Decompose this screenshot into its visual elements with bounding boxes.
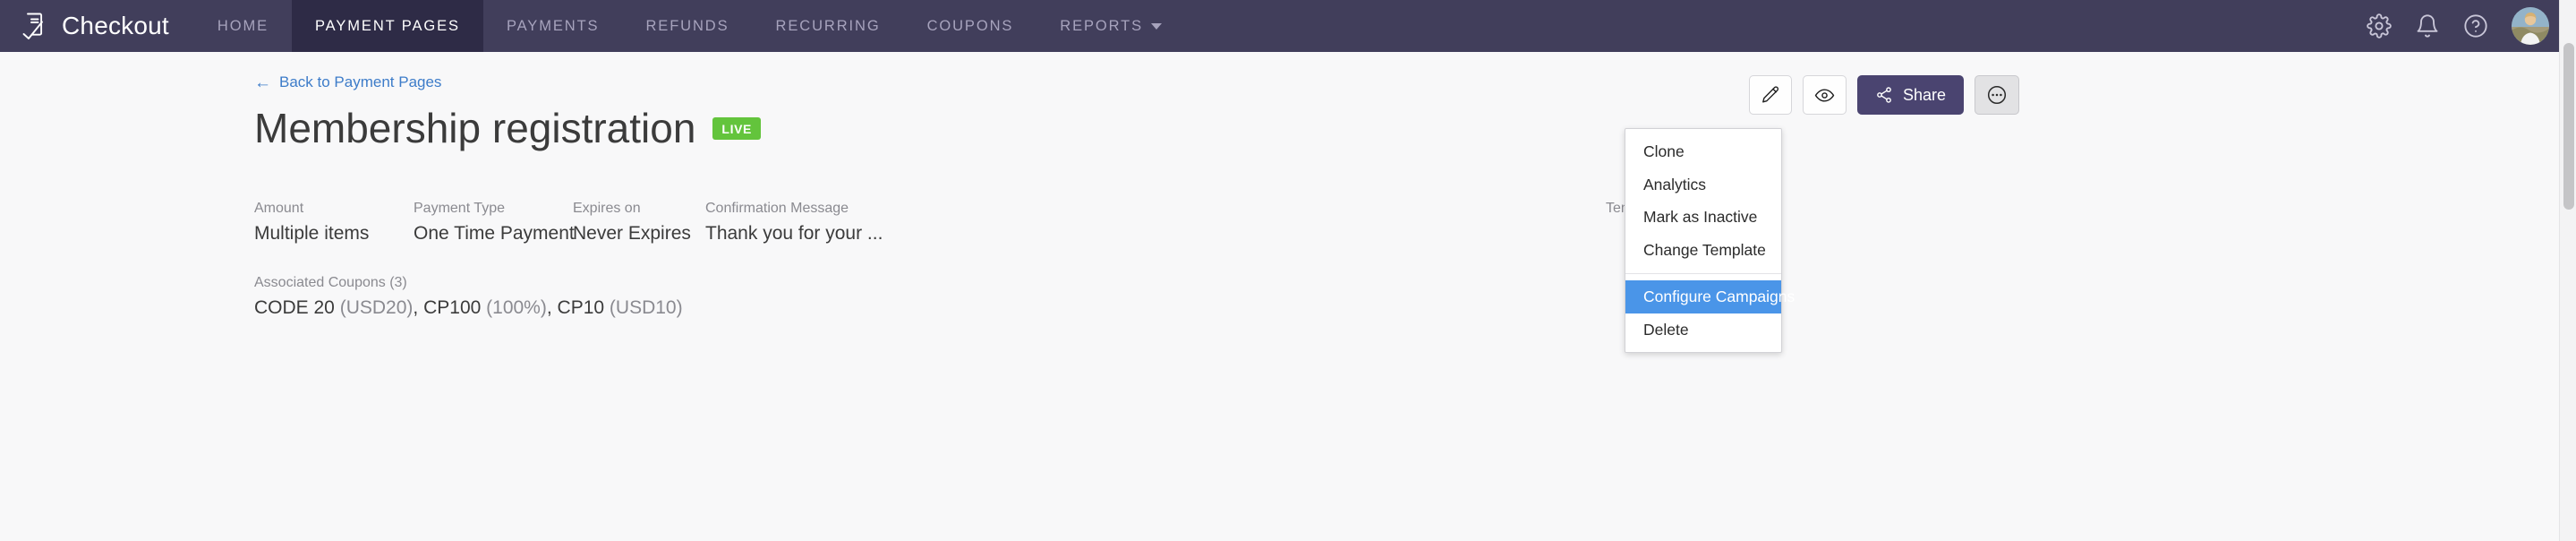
field-value: Thank you for your ... [705,223,883,245]
menu-item-label: Change Template [1643,240,1766,259]
nav-right-actions [2367,0,2576,52]
field-label: Payment Type [414,201,505,217]
nav-label: REFUNDS [645,17,729,34]
title-row: Membership registration LIVE [254,104,2576,152]
ellipsis-circle-icon [1986,84,2008,106]
more-options-button[interactable] [1975,75,2019,115]
coupon-code: CP10 [557,297,605,319]
share-nodes-icon [1875,86,1893,104]
coupon-separator: , [546,297,552,319]
field-expires-on: Expires on Never Expires [573,201,705,245]
avatar[interactable] [2512,7,2549,45]
field-value: One Time Payment [414,223,575,245]
back-to-payment-pages-link[interactable]: ← Back to Payment Pages [254,73,441,91]
menu-item-label: Delete [1643,320,1689,339]
nav-label: REPORTS [1060,17,1144,34]
coupon-discount: (USD20) [339,297,414,319]
menu-item-analytics[interactable]: Analytics [1625,168,1781,202]
arrow-left-icon: ← [254,73,271,92]
nav-items: HOME PAYMENT PAGES PAYMENTS REFUNDS RECU… [194,0,1185,52]
nav-item-home[interactable]: HOME [194,0,292,52]
help-circle-icon[interactable] [2463,13,2488,39]
coupon-list: CODE 20 (USD20), CP100 (100%), CP10 (USD… [254,297,2576,319]
associated-coupons: Associated Coupons (3) CODE 20 (USD20), … [254,275,2576,319]
pencil-icon [1761,85,1780,105]
share-button[interactable]: Share [1856,75,1964,115]
nav-label: COUPONS [926,17,1014,34]
bell-icon[interactable] [2415,13,2440,39]
chevron-down-icon [1151,22,1163,30]
nav-label: PAYMENTS [506,17,600,34]
nav-item-payments[interactable]: PAYMENTS [483,0,623,52]
menu-item-mark-as-inactive[interactable]: Mark as Inactive [1625,201,1781,234]
menu-item-configure-campaigns[interactable]: Configure Campaigns [1625,280,1795,313]
menu-item-delete[interactable]: Delete [1625,313,1781,347]
nav-item-coupons[interactable]: COUPONS [904,0,1037,52]
back-link-label: Back to Payment Pages [279,73,442,90]
coupon-code: CP100 [423,297,482,319]
page-actions: Share [1748,75,2019,115]
field-payment-type: Payment Type One Time Payment [414,201,575,245]
vertical-scrollbar[interactable] [2559,0,2576,541]
menu-item-label: Mark as Inactive [1643,208,1758,227]
brand-logo-area[interactable]: Checkout [0,0,194,52]
coupon-discount: (USD10) [609,297,683,319]
field-value: Multiple items [254,223,370,245]
menu-item-label: Clone [1643,142,1685,160]
nav-item-refunds[interactable]: REFUNDS [622,0,752,52]
status-badge: LIVE [712,116,761,140]
field-label: Amount [254,201,304,217]
nav-label: HOME [217,17,269,34]
scrollbar-thumb[interactable] [2563,43,2574,210]
coupon-separator: , [413,297,419,319]
details-row: Amount Multiple items Payment Type One T… [254,201,2576,245]
field-confirmation-message: Confirmation Message Thank you for your … [705,201,974,245]
field-amount: Amount Multiple items [254,201,414,245]
coupon-code: CODE 20 [254,297,335,319]
menu-item-label: Configure Campaigns [1643,288,1796,306]
page-content: ← Back to Payment Pages Membership regis… [0,52,2576,353]
field-value: Never Expires [573,223,691,245]
page-body: ← Back to Payment Pages Membership regis… [0,52,2576,541]
more-options-dropdown: Clone Analytics Mark as Inactive Change … [1625,128,1795,353]
nav-label: PAYMENT PAGES [315,17,460,34]
coupons-label: Associated Coupons (3) [254,275,407,291]
eye-icon [1814,85,1835,106]
preview-button[interactable] [1802,75,1847,115]
menu-item-clone[interactable]: Clone [1625,135,1781,168]
share-label: Share [1902,85,1946,104]
nav-item-payment-pages[interactable]: PAYMENT PAGES [292,0,483,52]
edit-button[interactable] [1748,75,1792,115]
top-navbar: Checkout HOME PAYMENT PAGES PAYMENTS REF… [0,0,2576,52]
menu-item-label: Analytics [1643,175,1707,193]
receipt-check-icon [20,11,50,41]
nav-item-reports[interactable]: REPORTS [1036,0,1185,52]
field-label: Confirmation Message [705,201,849,217]
nav-label: RECURRING [775,17,881,34]
nav-item-recurring[interactable]: RECURRING [753,0,904,52]
page-title: Membership registration [254,105,696,151]
field-label: Expires on [573,201,641,217]
coupon-discount: (100%) [486,297,547,319]
brand-name: Checkout [62,12,169,39]
gear-icon[interactable] [2367,13,2392,39]
menu-item-change-template[interactable]: Change Template [1625,234,1781,267]
menu-divider [1625,273,1781,275]
